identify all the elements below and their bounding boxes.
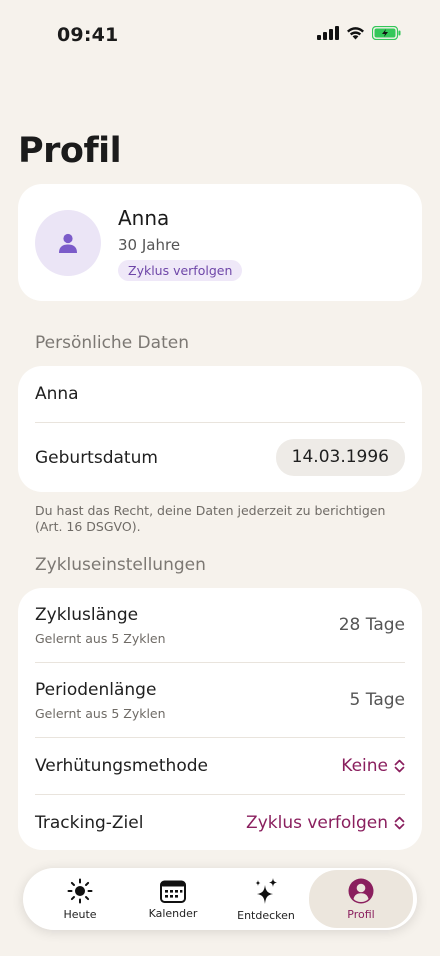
tab-label: Heute [63,907,97,921]
birthdate-row: Geburtsdatum 14.03.1996 [18,423,422,492]
person-circle-icon [348,878,374,903]
contraception-row: Verhütungsmethode Keine [18,738,422,794]
cycle-length-row[interactable]: Zykluslänge Gelernt aus 5 Zyklen 28 Tage [18,588,422,662]
contraception-picker[interactable]: Keine [341,756,405,776]
chevron-up-down-icon [394,816,405,830]
contraception-value: Keine [341,756,388,776]
battery-charging-icon [372,26,401,40]
contraception-label: Verhütungsmethode [35,756,208,776]
period-length-sub: Gelernt aus 5 Zyklen [35,705,166,721]
profile-age: 30 Jahre [118,236,181,254]
status-icons [317,26,402,40]
tracking-goal-row: Tracking-Ziel Zyklus verfolgen [18,795,422,851]
gdpr-footnote: Du hast das Recht, deine Daten jederzeit… [35,503,386,534]
wifi-icon [347,27,364,40]
goal-badge: Zyklus verfolgen [118,260,243,281]
cycle-length-label: Zykluslänge [35,604,139,625]
person-icon [59,233,77,253]
birthdate-label: Geburtsdatum [35,447,158,468]
cycle-length-value: 28 Tage [338,615,405,635]
period-length-value: 5 Tage [349,690,405,710]
name-value: Anna [35,384,79,404]
tab-label: Entdecken [237,908,295,922]
page-title: Profil [18,131,122,171]
calendar-icon [160,880,186,903]
status-time: 09:41 [57,24,119,46]
tab-profil[interactable]: Profil [309,870,413,928]
birthdate-picker[interactable]: 14.03.1996 [275,439,405,476]
tab-heute[interactable]: Heute [41,868,119,930]
tab-entdecken[interactable]: Entdecken [225,868,307,930]
tracking-goal-value: Zyklus verfolgen [246,813,388,833]
tab-label: Profil [347,907,375,921]
tab-kalender[interactable]: Kalender [133,868,213,930]
sparkles-icon [255,877,277,904]
tracking-goal-picker[interactable]: Zyklus verfolgen [246,813,405,833]
personal-data-card: Anna Geburtsdatum 14.03.1996 [18,366,422,492]
status-bar: 09:41 [0,0,440,60]
name-row[interactable]: Anna [18,366,422,422]
period-length-row[interactable]: Periodenlänge Gelernt aus 5 Zyklen 5 Tag… [18,663,422,737]
section-header-personal: Persönliche Daten [35,333,189,353]
cycle-length-sub: Gelernt aus 5 Zyklen [35,630,166,646]
avatar [35,210,101,276]
cycle-settings-card: Zykluslänge Gelernt aus 5 Zyklen 28 Tage… [18,588,422,850]
tracking-goal-label: Tracking-Ziel [35,813,144,833]
period-length-label: Periodenlänge [35,679,157,700]
profile-name: Anna [118,206,170,230]
tab-label: Kalender [148,906,198,920]
profile-card[interactable]: Anna 30 Jahre Zyklus verfolgen [18,184,422,301]
sun-icon [67,878,93,903]
tab-bar: Heute Kalender Entdecken Profil [23,868,417,930]
chevron-up-down-icon [394,759,405,773]
section-header-cycle: Zykluseinstellungen [35,555,206,575]
cellular-signal-icon [317,26,339,40]
